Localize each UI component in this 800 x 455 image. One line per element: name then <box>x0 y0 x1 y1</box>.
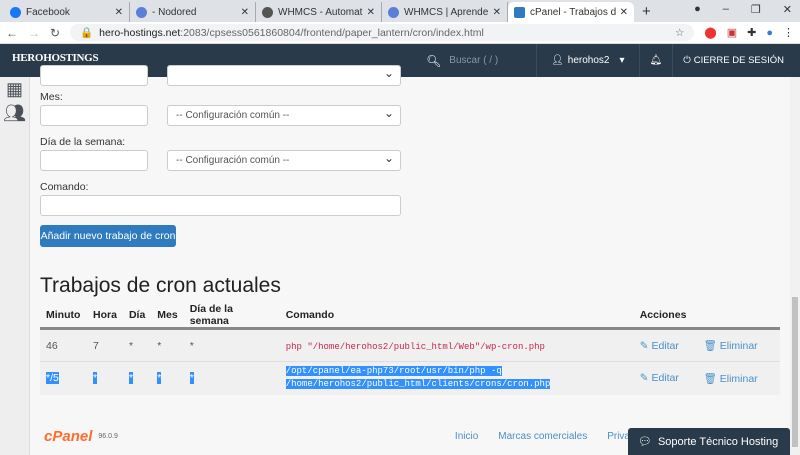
grid-icon[interactable]: ▦ <box>0 79 29 100</box>
month-input[interactable] <box>40 105 148 126</box>
tab-whmcs-aprende[interactable]: WHMCS | Aprende con N✕ <box>382 2 508 22</box>
user-icon: 👤︎ <box>551 55 564 66</box>
puzzle-icon[interactable]: ✚ <box>747 26 756 39</box>
close-tab-icon[interactable]: ✕ <box>241 7 249 18</box>
tab-whmcs-automation[interactable]: WHMCS - Automation Sta✕ <box>256 2 382 22</box>
minimize-button[interactable]: – <box>723 3 729 16</box>
day-input[interactable] <box>40 65 148 86</box>
sidebar: ▦ 👥︎ <box>0 77 30 455</box>
menu-icon[interactable]: ⋮ <box>783 26 794 39</box>
logout-button[interactable]: ⏻ CIERRE DE SESIÓN <box>672 44 788 77</box>
close-tab-icon[interactable]: ✕ <box>367 7 375 18</box>
tab-facebook[interactable]: Facebook ✕ <box>4 2 130 22</box>
close-tab-icon[interactable]: ✕ <box>620 7 628 18</box>
profile-icon[interactable]: ● <box>694 3 701 16</box>
site-icon <box>136 6 147 18</box>
logout-icon: ⏻ <box>683 55 691 66</box>
browser-tab-bar: Facebook✕ - Nodored✕ WHMCS - Automation … <box>0 0 800 22</box>
delete-button[interactable]: 🗑︎ Eliminar <box>697 328 780 362</box>
notifications-button[interactable]: 🔔︎ <box>638 44 673 77</box>
cpanel-logo: cPanel <box>44 428 93 445</box>
search-icon: 🔍︎ <box>426 53 442 68</box>
weekday-label: Día de la semana: <box>40 136 126 148</box>
pencil-icon: ✎ <box>639 372 649 385</box>
star-icon[interactable]: ☆ <box>675 27 684 39</box>
trash-icon: 🗑︎ <box>703 340 717 352</box>
extension-icon[interactable]: ▣ <box>727 26 737 39</box>
reload-icon[interactable]: ↻ <box>50 26 60 40</box>
url-field[interactable]: 🔒 hero-hostings.net:2083/cpsess0561860804… <box>70 24 695 41</box>
footer-link-home[interactable]: Inicio <box>455 431 478 442</box>
page-title: Trabajos de cron actuales <box>40 274 281 297</box>
month-common-select[interactable]: -- Configuración común -- <box>167 105 401 126</box>
cpanel-icon <box>514 6 525 18</box>
support-chat-button[interactable]: 💬︎ Soporte Técnico Hosting <box>628 428 790 455</box>
site-icon <box>388 6 399 18</box>
search-input[interactable]: 🔍︎ Buscar ( / ) <box>426 54 526 68</box>
adblock-icon[interactable]: ⬤ <box>704 26 716 39</box>
main-content: Mes: -- Configuración común -- Día de la… <box>30 65 790 455</box>
month-label: Mes: <box>40 91 63 103</box>
edit-button[interactable]: ✎ Editar <box>633 328 698 362</box>
tab-nodored[interactable]: - Nodored ✕ <box>130 2 256 22</box>
forward-icon[interactable]: → <box>28 26 40 40</box>
command-input[interactable] <box>40 195 401 216</box>
tab-cpanel-cron[interactable]: cPanel - Trabajos de cron✕ <box>508 2 634 22</box>
footer-link-trademarks[interactable]: Marcas comerciales <box>498 431 587 442</box>
weekday-common-select[interactable]: -- Configuración común -- <box>167 150 401 171</box>
maximize-button[interactable]: ❐ <box>751 3 761 16</box>
new-tab-button[interactable]: + <box>642 2 651 22</box>
bell-icon: 🔔︎ <box>649 55 663 66</box>
facebook-icon <box>10 6 21 18</box>
command-label: Comando: <box>40 181 89 193</box>
user-menu[interactable]: 👤︎ herohos2 ▾ <box>536 44 638 77</box>
close-tab-icon[interactable]: ✕ <box>493 7 501 18</box>
lock-icon: 🔒 <box>80 27 94 39</box>
close-tab-icon[interactable]: ✕ <box>115 7 123 18</box>
close-window-button[interactable]: ✕ <box>783 3 792 16</box>
scrollbar[interactable] <box>790 77 800 455</box>
edit-button[interactable]: ✎ Editar <box>633 361 698 395</box>
delete-button[interactable]: 🗑︎ Eliminar <box>697 361 780 395</box>
pencil-icon: ✎ <box>639 339 649 352</box>
avatar[interactable]: ● <box>766 27 773 39</box>
chat-icon: 💬︎ <box>638 436 652 448</box>
add-cron-job-button[interactable]: Añadir nuevo trabajo de cron <box>40 225 176 247</box>
globe-icon <box>262 6 273 18</box>
address-bar-row: ← → ↻ 🔒 hero-hostings.net:2083/cpsess0561… <box>0 22 800 44</box>
users-icon[interactable]: 👥︎ <box>0 103 29 124</box>
scrollbar-thumb[interactable] <box>792 297 798 447</box>
caret-down-icon: ▾ <box>619 55 625 66</box>
day-common-select[interactable] <box>167 65 401 86</box>
back-icon[interactable]: ← <box>6 26 18 40</box>
cron-jobs-table: Minuto Hora Día Mes Día de la semana Com… <box>40 303 780 395</box>
trash-icon: 🗑︎ <box>703 372 717 385</box>
table-row: 46 7 * * * php "/home/herohos2/public_ht… <box>40 328 780 362</box>
table-row: */5 * * * * /opt/cpanel/ea-php73/root/us… <box>40 361 780 395</box>
weekday-input[interactable] <box>40 150 148 171</box>
